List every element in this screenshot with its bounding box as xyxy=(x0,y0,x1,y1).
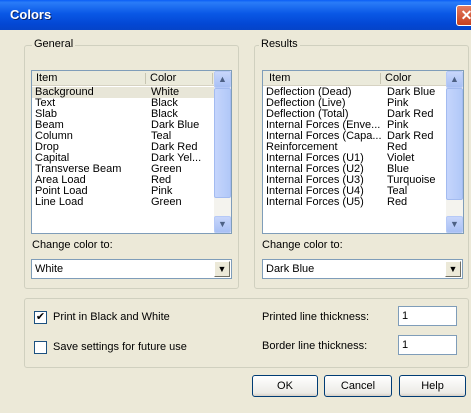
colors-dialog: Colors ✕ General Item Color Background Wh… xyxy=(0,0,471,413)
results-color-select-value: Dark Blue xyxy=(266,263,315,275)
scroll-thumb[interactable] xyxy=(214,88,231,198)
scroll-up-icon[interactable]: ▲ xyxy=(446,71,463,88)
general-color-select[interactable]: White ▼ xyxy=(31,259,232,279)
chevron-down-icon[interactable]: ▼ xyxy=(445,261,461,277)
title-bar[interactable]: Colors ✕ xyxy=(0,0,471,30)
results-change-color-label: Change color to: xyxy=(262,239,343,251)
border-line-thickness-input[interactable]: 1 xyxy=(398,335,457,355)
printed-line-thickness-value: 1 xyxy=(402,310,409,322)
ok-button[interactable]: OK xyxy=(252,375,318,397)
column-separator xyxy=(212,73,213,84)
results-color-select[interactable]: Dark Blue ▼ xyxy=(262,259,463,279)
chevron-down-icon[interactable]: ▼ xyxy=(214,261,230,277)
border-line-thickness-value: 1 xyxy=(402,339,409,351)
print-bw-label[interactable]: Print in Black and White xyxy=(53,311,170,323)
printed-line-thickness-input[interactable]: 1 xyxy=(398,306,457,326)
scroll-up-icon[interactable]: ▲ xyxy=(214,71,231,88)
results-list-scrollbar[interactable]: ▲ ▼ xyxy=(446,71,463,233)
list-item[interactable]: Text Black xyxy=(32,97,214,109)
border-line-thickness-label: Border line thickness: xyxy=(262,340,368,352)
column-separator xyxy=(380,73,381,84)
printed-line-thickness-label: Printed line thickness: xyxy=(262,311,369,323)
save-settings-checkbox[interactable] xyxy=(34,341,47,354)
list-item[interactable]: Line Load Green xyxy=(32,196,214,208)
general-list[interactable]: Item Color Background White Text Black Slab B… xyxy=(31,70,232,234)
general-column-color[interactable]: Color xyxy=(150,72,176,84)
column-separator xyxy=(145,73,146,84)
results-column-item[interactable]: Item xyxy=(269,72,290,84)
print-bw-checkbox[interactable]: ✔ xyxy=(34,311,47,324)
close-icon[interactable]: ✕ xyxy=(456,5,471,26)
general-group-label: General xyxy=(32,38,76,50)
save-settings-label[interactable]: Save settings for future use xyxy=(53,341,187,353)
list-item[interactable]: Internal Forces (U5) Red xyxy=(263,196,446,208)
general-list-header: Item Color xyxy=(32,71,216,86)
general-change-color-label: Change color to: xyxy=(32,239,113,251)
results-group-label: Results xyxy=(259,38,300,50)
help-button[interactable]: Help xyxy=(399,375,466,397)
results-list[interactable]: Item Color Deflection (Dead) Dark Blue Def… xyxy=(262,70,464,234)
list-item-name: Internal Forces (U5) xyxy=(266,196,364,208)
dialog-title: Colors xyxy=(10,7,52,22)
general-column-item[interactable]: Item xyxy=(36,72,57,84)
list-item-name: Line Load xyxy=(35,196,84,208)
scroll-down-icon[interactable]: ▼ xyxy=(446,216,463,233)
scroll-thumb[interactable] xyxy=(446,88,463,200)
scroll-down-icon[interactable]: ▼ xyxy=(214,216,231,233)
list-item-color: Green xyxy=(151,196,182,208)
results-list-header: Item Color xyxy=(263,71,448,86)
list-item-color: Red xyxy=(387,196,408,208)
general-color-select-value: White xyxy=(35,263,64,275)
general-list-scrollbar[interactable]: ▲ ▼ xyxy=(214,71,231,233)
results-column-color[interactable]: Color xyxy=(385,72,411,84)
list-item[interactable]: Background White xyxy=(32,86,214,98)
cancel-button[interactable]: Cancel xyxy=(324,375,392,397)
